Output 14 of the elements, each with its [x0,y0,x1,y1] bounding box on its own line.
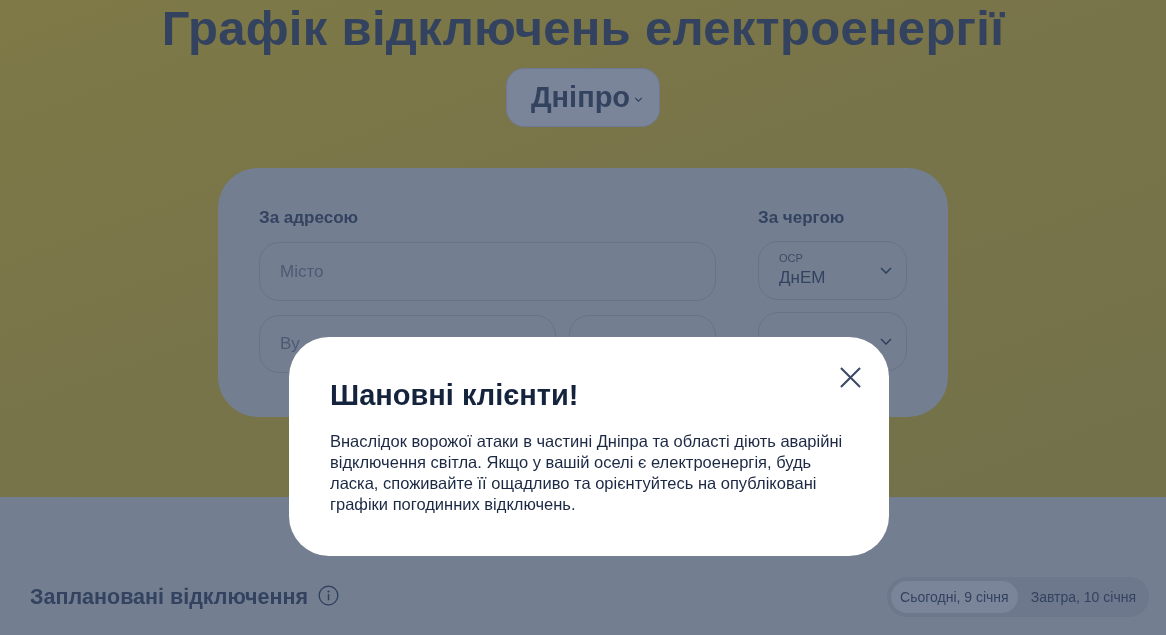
section-heading: Заплановані відключення [30,584,308,610]
dialog-title: Шановні клієнти! [330,378,579,413]
section-label: За чергою [758,208,846,228]
info-icon[interactable] [318,584,339,606]
day-tab[interactable]: Завтра, 10 січня [1021,581,1145,613]
day-tab[interactable]: Сьогодні, 9 січня [891,581,1018,613]
chevron-icon [880,338,892,345]
city-select[interactable]: Дніпро [506,68,660,127]
page-title: Графік відключень електроенергії [161,0,1005,56]
chevron-icon [880,267,892,274]
close-icon[interactable] [840,367,861,388]
section-label: За адресою [259,208,360,228]
dialog-message: Внаслідок ворожої атаки в частині Дніпра та області діють аварійні відключення світла. Якщо у вашій оселі є електроенергія, будь ласка, споживайте її ощадливо та орієнтуйтесь на опубліковані графіки погодинних відключень. [330,431,844,515]
caret-icon [634,97,644,102]
